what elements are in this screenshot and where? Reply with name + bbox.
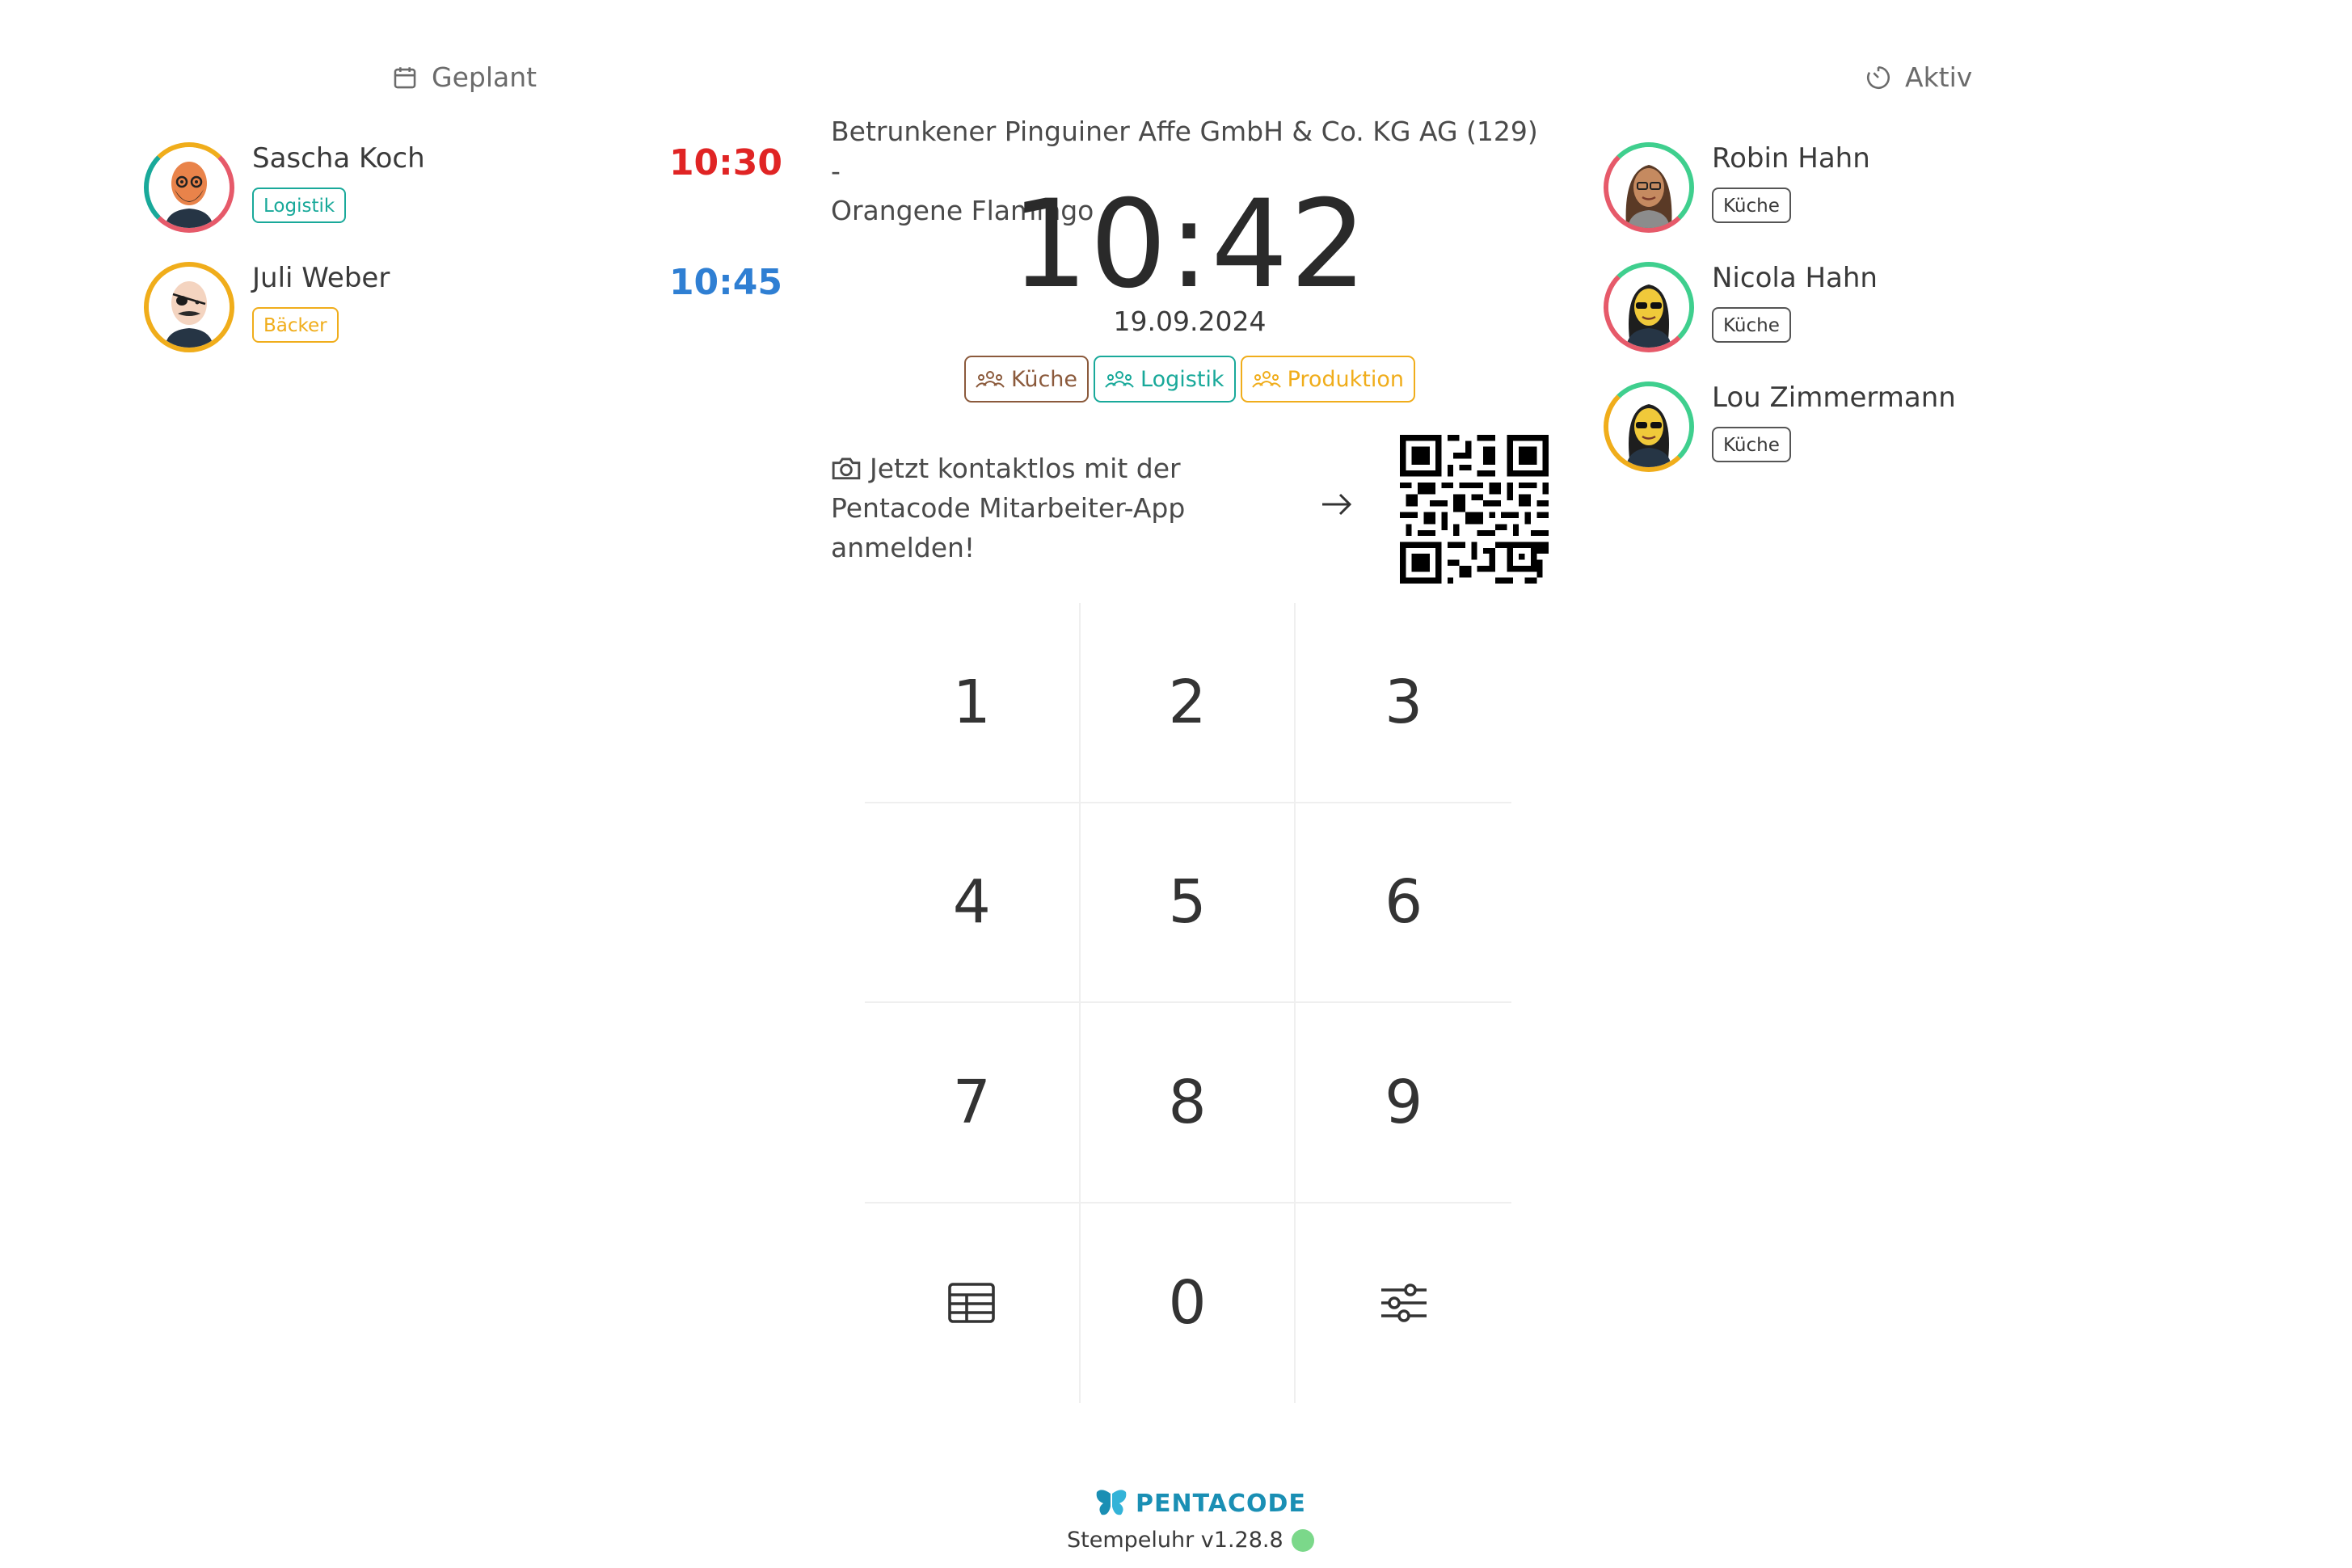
department-label: Küche	[1010, 366, 1078, 392]
keypad-key-7[interactable]: 7	[865, 1003, 1081, 1203]
department-label: Produktion	[1287, 366, 1405, 392]
role-tag: Bäcker	[252, 307, 339, 343]
date: 19.09.2024	[1113, 306, 1267, 337]
avatar	[1604, 381, 1694, 472]
status-indicator	[1291, 1528, 1314, 1552]
pin-keypad: 1 2 3 4 5 6 7 8 9 0	[865, 603, 1511, 1403]
version-info: Stempeluhr v1.28.8	[1067, 1528, 1314, 1553]
keypad-key-2[interactable]: 2	[1080, 603, 1296, 803]
keypad-key-8[interactable]: 8	[1080, 1003, 1296, 1203]
avatar	[1604, 142, 1694, 233]
sliders-icon	[1380, 1283, 1427, 1323]
clock: 10:42	[1010, 175, 1369, 315]
role-tag: Logistik	[252, 188, 347, 223]
avatar	[1604, 262, 1694, 352]
timer-icon	[1866, 65, 1890, 89]
brand-name: PENTACODE	[1136, 1489, 1306, 1518]
role-tag: Küche	[1712, 427, 1791, 462]
butterfly-icon	[1096, 1490, 1127, 1515]
active-employee-row[interactable]: Nicola Hahn Küche	[1604, 262, 2056, 359]
app-login-text: Jetzt kontaktlos mit der Pentacode Mitar…	[831, 453, 1186, 563]
pentacode-logo: PENTACODE	[1095, 1489, 1306, 1518]
keypad-key-0[interactable]: 0	[1080, 1203, 1296, 1403]
employee-name: Nicola Hahn	[1712, 262, 1878, 294]
department-list: Küche Logistik Produktion	[831, 356, 1549, 403]
department-label: Logistik	[1140, 366, 1224, 392]
keypad-key-3[interactable]: 3	[1296, 603, 1511, 803]
planned-employee-row[interactable]: Juli Weber Bäcker 10:45	[144, 262, 782, 359]
table-icon	[948, 1283, 996, 1324]
settings-button[interactable]	[1296, 1203, 1511, 1403]
camera-icon	[832, 457, 861, 480]
role-tag: Küche	[1712, 307, 1791, 343]
avatar	[144, 142, 234, 233]
team-icon	[976, 371, 1005, 388]
keypad-key-6[interactable]: 6	[1296, 803, 1511, 1003]
planned-employee-row[interactable]: Sascha Koch Logistik 10:30	[144, 142, 782, 239]
keypad-key-1[interactable]: 1	[865, 603, 1081, 803]
department-badge-kueche: Küche	[963, 356, 1090, 403]
table-view-button[interactable]	[865, 1203, 1081, 1403]
active-employee-row[interactable]: Lou Zimmermann Küche	[1604, 381, 2056, 478]
keypad-key-9[interactable]: 9	[1296, 1003, 1511, 1203]
employee-name: Juli Weber	[252, 262, 390, 294]
avatar	[144, 262, 234, 352]
scheduled-time: 10:30	[668, 142, 782, 183]
qr-code[interactable]	[1400, 435, 1549, 584]
app-login-prompt: Jetzt kontaktlos mit der Pentacode Mitar…	[831, 449, 1267, 567]
keypad-key-4[interactable]: 4	[865, 803, 1081, 1003]
team-icon	[1251, 371, 1281, 388]
team-icon	[1105, 371, 1134, 388]
planned-header-label: Geplant	[432, 61, 537, 93]
department-badge-logistik: Logistik	[1094, 356, 1236, 403]
planned-header: Geplant	[391, 61, 537, 93]
keypad-key-5[interactable]: 5	[1080, 803, 1296, 1003]
role-tag: Küche	[1712, 188, 1791, 223]
employee-name: Robin Hahn	[1712, 142, 1870, 175]
arrow-right-icon	[1322, 493, 1352, 516]
active-header: Aktiv	[1865, 61, 1972, 93]
version-text: Stempeluhr v1.28.8	[1067, 1528, 1283, 1553]
active-employee-row[interactable]: Robin Hahn Küche	[1604, 142, 2056, 239]
department-badge-produktion: Produktion	[1240, 356, 1416, 403]
calendar-icon	[394, 66, 416, 88]
employee-name: Sascha Koch	[252, 142, 425, 175]
scheduled-time: 10:45	[668, 262, 782, 303]
employee-name: Lou Zimmermann	[1712, 381, 1956, 414]
active-header-label: Aktiv	[1905, 61, 1973, 93]
